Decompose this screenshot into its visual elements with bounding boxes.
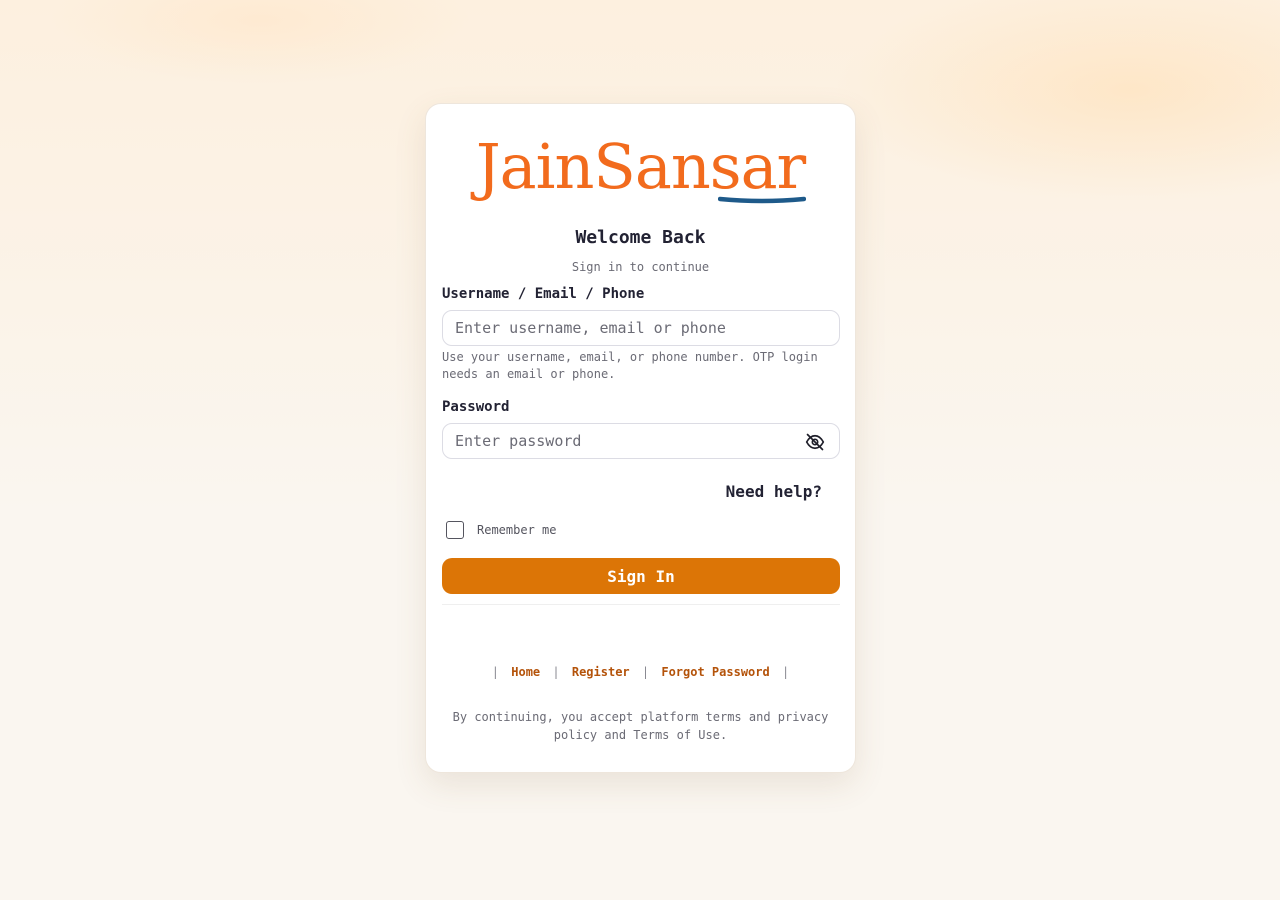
identifier-field-wrapper <box>442 310 840 346</box>
brand-logo-text: JainSansar <box>475 130 806 203</box>
brand-logo: JainSansar <box>426 130 855 204</box>
terms-notice: By continuing, you accept platform terms… <box>452 710 829 742</box>
remember-me-row: Remember me <box>446 521 556 539</box>
remember-me-label: Remember me <box>477 523 557 537</box>
identifier-input[interactable] <box>443 311 839 345</box>
logo-swoosh-icon <box>718 196 806 204</box>
forgot-password-link[interactable]: Forgot Password <box>661 665 769 679</box>
register-link[interactable]: Register <box>572 665 630 679</box>
home-link[interactable]: Home <box>511 665 540 679</box>
eye-off-icon[interactable] <box>805 432 825 452</box>
link-separator: | <box>552 665 560 679</box>
footer-links: | Home | Register | Forgot Password | <box>426 665 855 679</box>
page-subtitle: Sign in to continue <box>571 260 710 274</box>
remember-me-checkbox[interactable] <box>446 521 464 539</box>
link-separator: | <box>781 665 790 679</box>
password-label: Password <box>442 399 510 415</box>
link-separator: | <box>641 665 650 679</box>
divider <box>442 604 840 605</box>
page-title: Welcome Back <box>575 227 706 248</box>
password-input[interactable] <box>443 424 839 458</box>
password-field-wrapper <box>442 423 840 459</box>
link-separator: | <box>491 665 500 679</box>
need-help-link[interactable]: Need help? <box>726 482 822 501</box>
identifier-label: Username / Email / Phone <box>442 286 645 302</box>
identifier-hint: Use your username, email, or phone numbe… <box>442 350 818 381</box>
sign-in-button[interactable]: Sign In <box>442 558 840 594</box>
login-card: JainSansar Welcome Back Sign in to conti… <box>425 103 856 773</box>
